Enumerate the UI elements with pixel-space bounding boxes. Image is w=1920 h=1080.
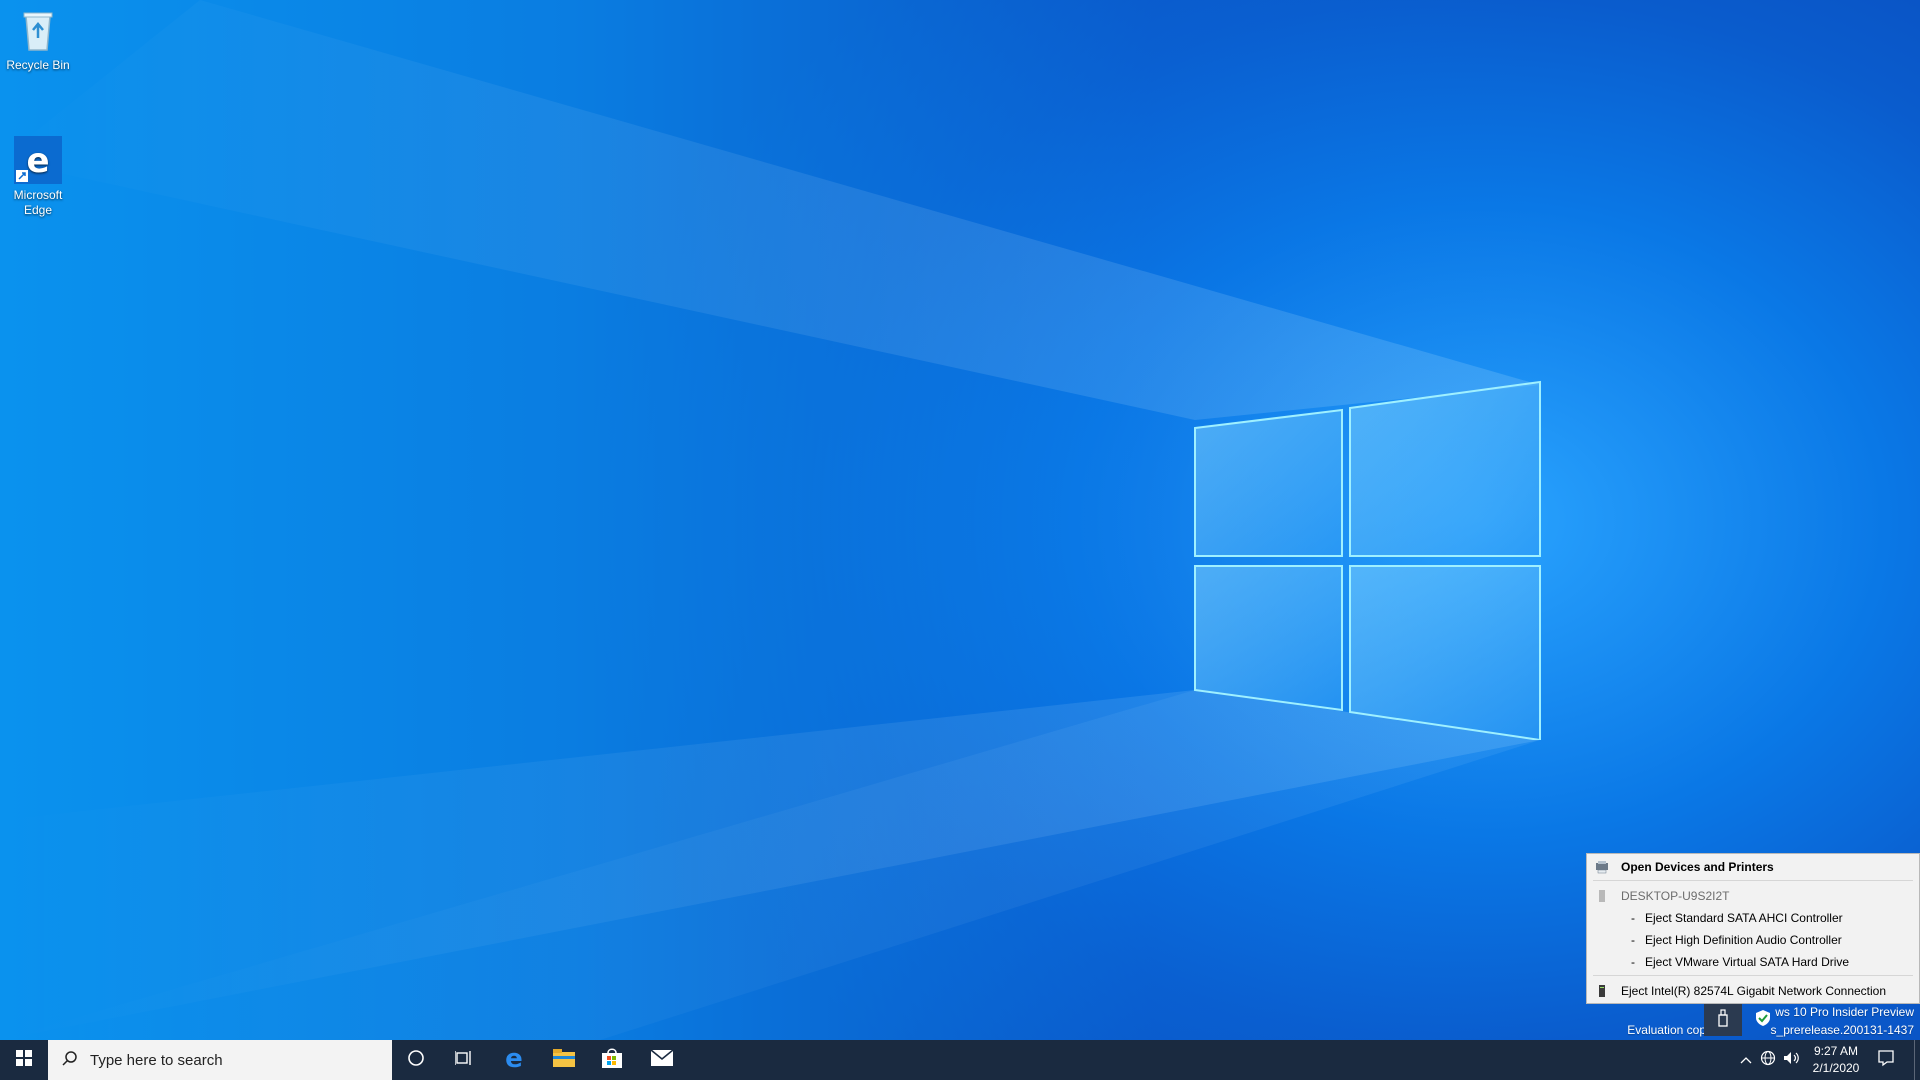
network-adapter-icon xyxy=(1595,984,1609,998)
safely-remove-hardware-menu: Open Devices and Printers DESKTOP-U9S2I2… xyxy=(1586,853,1920,1004)
taskbar-edge-button[interactable]: e xyxy=(490,1040,538,1080)
devices-printers-icon xyxy=(1595,860,1609,874)
edge-icon: e xyxy=(14,121,62,184)
edge-icon: e xyxy=(502,1044,526,1075)
recycle-bin-icon xyxy=(14,6,62,54)
search-placeholder: Type here to search xyxy=(90,1051,223,1069)
file-explorer-icon xyxy=(552,1048,576,1073)
taskbar-search-box[interactable]: Type here to search xyxy=(48,1040,392,1080)
taskbar-mail-button[interactable] xyxy=(638,1040,686,1080)
windows-logo-wallpaper xyxy=(1194,380,1541,740)
store-icon xyxy=(601,1047,623,1074)
clock-date: 2/1/2020 xyxy=(1812,1061,1860,1075)
computer-tower-icon xyxy=(1595,889,1609,903)
chevron-up-icon xyxy=(1740,1051,1752,1069)
cortana-button[interactable] xyxy=(392,1040,440,1080)
watermark-line-1: ws 10 Pro Insider Preview xyxy=(1775,1005,1914,1019)
menu-item-open-devices[interactable]: Open Devices and Printers xyxy=(1587,856,1919,878)
usb-drive-icon xyxy=(1716,1008,1730,1032)
desktop-background: Recycle Bin e Microsoft Edge ws 10 Pro I… xyxy=(0,0,1920,1040)
desktop-icon-edge[interactable]: e Microsoft Edge xyxy=(0,106,76,233)
menu-item-label: Eject High Definition Audio Controller xyxy=(1645,933,1842,947)
watermark-line-2-right: s_prerelease.200131-1437 xyxy=(1770,1023,1914,1037)
search-icon xyxy=(62,1050,78,1070)
taskbar-store-button[interactable] xyxy=(588,1040,636,1080)
desktop-icon-label: Recycle Bin xyxy=(6,58,70,72)
taskbar: Type here to search e 9:27 AM 2/1/2020 xyxy=(0,1040,1920,1080)
menu-item-eject-audio-controller[interactable]: - Eject High Definition Audio Controller xyxy=(1587,929,1919,951)
menu-separator xyxy=(1593,975,1913,976)
svg-text:e: e xyxy=(26,141,49,181)
mail-icon xyxy=(650,1048,674,1072)
computer-name: DESKTOP-U9S2I2T xyxy=(1621,889,1730,903)
clock-time: 9:27 AM xyxy=(1813,1044,1859,1058)
watermark-line-2-left: Evaluation cop xyxy=(1627,1023,1706,1037)
windows-security-tray-button[interactable] xyxy=(1744,1004,1782,1036)
start-button[interactable] xyxy=(0,1040,48,1080)
menu-item-eject-sata-ahci[interactable]: - Eject Standard SATA AHCI Controller xyxy=(1587,907,1919,929)
show-desktop-button[interactable] xyxy=(1914,1040,1920,1080)
menu-item-label: Eject VMware Virtual SATA Hard Drive xyxy=(1645,955,1850,969)
cortana-icon xyxy=(407,1049,425,1072)
show-hidden-icons-button[interactable] xyxy=(1736,1040,1756,1080)
menu-header-computer: DESKTOP-U9S2I2T xyxy=(1587,885,1919,907)
shield-icon xyxy=(1755,1009,1771,1032)
menu-item-label: Eject Standard SATA AHCI Controller xyxy=(1645,911,1843,925)
action-center-button[interactable] xyxy=(1866,1040,1906,1080)
network-globe-icon xyxy=(1760,1050,1776,1071)
desktop-icon-label: Microsoft Edge xyxy=(13,188,63,217)
menu-item-label: Open Devices and Printers xyxy=(1621,860,1774,874)
menu-item-eject-network[interactable]: Eject Intel(R) 82574L Gigabit Network Co… xyxy=(1587,980,1919,1002)
notification-icon xyxy=(1877,1049,1895,1072)
task-view-button[interactable] xyxy=(440,1040,488,1080)
safely-remove-hardware-tray-button[interactable] xyxy=(1704,1004,1742,1036)
clock[interactable]: 9:27 AM 2/1/2020 xyxy=(1800,1043,1872,1077)
windows-start-icon xyxy=(16,1049,32,1071)
menu-item-eject-vmware-drive[interactable]: - Eject VMware Virtual SATA Hard Drive xyxy=(1587,951,1919,973)
speaker-icon xyxy=(1783,1050,1801,1071)
menu-item-label: Eject Intel(R) 82574L Gigabit Network Co… xyxy=(1621,984,1887,998)
taskbar-file-explorer-button[interactable] xyxy=(540,1040,588,1080)
svg-text:e: e xyxy=(505,1046,523,1070)
menu-separator xyxy=(1593,880,1913,881)
desktop-icon-recycle-bin[interactable]: Recycle Bin xyxy=(0,6,76,73)
task-view-icon xyxy=(454,1049,473,1072)
network-tray-button[interactable] xyxy=(1756,1040,1780,1080)
